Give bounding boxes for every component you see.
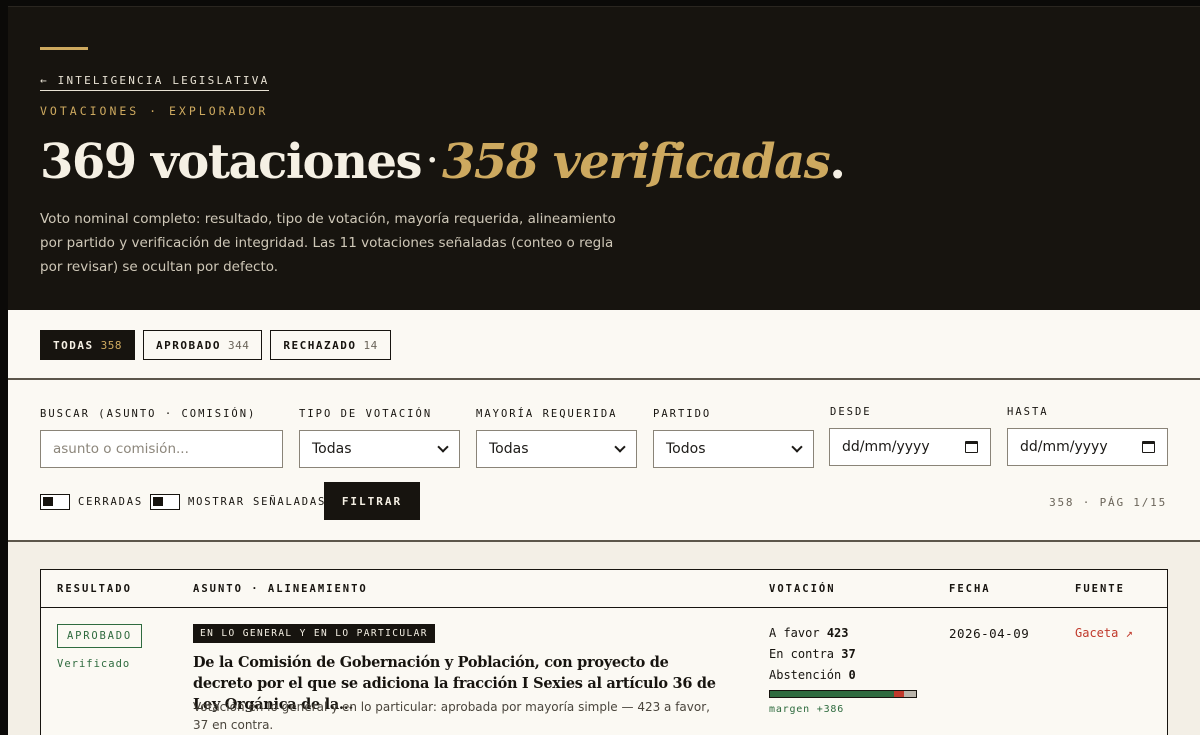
source-link[interactable]: Gaceta ↗	[1075, 626, 1133, 640]
pagination-info: 358 · PÁG 1/15	[1049, 496, 1167, 509]
from-date-label: DESDE	[830, 406, 872, 418]
title-count: 369 votaciones	[40, 134, 423, 190]
column-header-source: FUENTE	[1075, 583, 1125, 595]
toggle-knob	[43, 497, 53, 506]
result-tabs: TODAS 358 APROBADO 344 RECHAZADO 14	[40, 330, 391, 360]
party-select[interactable]: Todos	[653, 430, 814, 468]
contra-value: 37	[841, 647, 856, 661]
tab-label: APROBADO	[156, 338, 221, 352]
favor-count: A favor 423	[769, 626, 849, 640]
search-input[interactable]: asunto o comisión...	[40, 430, 283, 468]
tab-label: RECHAZADO	[283, 338, 357, 352]
abst-value: 0	[848, 668, 856, 682]
explorer-panel: TODAS 358 APROBADO 344 RECHAZADO 14 BUSCAR …	[8, 310, 1200, 735]
contra-label: En contra	[769, 647, 835, 661]
results-area: RESULTADO ASUNTO · ALINEAMIENTO VOTACIÓN…	[8, 542, 1200, 735]
tab-label: TODAS	[53, 338, 94, 352]
page-description: Voto nominal completo: resultado, tipo d…	[40, 211, 616, 275]
page-header: ← INTELIGENCIA LEGISLATIVA VOTACIONES · …	[8, 6, 1200, 310]
chevron-down-icon	[614, 441, 626, 453]
to-date-label: HASTA	[1007, 406, 1049, 418]
toggle-knob	[153, 497, 163, 506]
vote-date: 2026-04-09	[949, 626, 1030, 641]
search-placeholder: asunto o comisión...	[53, 441, 189, 457]
abst-label: Abstención	[769, 668, 842, 682]
tab-count: 344	[227, 338, 250, 352]
vote-type-select[interactable]: Todas	[299, 430, 460, 468]
result-badge: APROBADO	[57, 624, 142, 648]
vote-type-value: Todas	[312, 441, 352, 457]
flagged-toggle-row: MOSTRAR SEÑALADAS	[150, 494, 326, 510]
chevron-down-icon	[791, 441, 803, 453]
party-value: Todos	[666, 441, 706, 457]
column-header-date: FECHA	[949, 583, 991, 595]
title-period: .	[829, 134, 846, 190]
favor-label: A favor	[769, 626, 820, 640]
page-title: 369 votaciones · 358 verificadas.	[40, 131, 846, 192]
majority-label: MAYORÍA REQUERIDA	[476, 408, 618, 420]
vote-bar	[769, 690, 917, 698]
closed-toggle[interactable]	[40, 494, 70, 510]
title-verified: 358 verificadas	[441, 134, 831, 190]
calendar-icon[interactable]	[1142, 441, 1155, 453]
vote-type-badge: EN LO GENERAL Y EN LO PARTICULAR	[193, 624, 435, 643]
vote-type-label: TIPO DE VOTACIÓN	[299, 408, 433, 420]
title-separator: ·	[427, 143, 437, 178]
tab-todas[interactable]: TODAS 358	[40, 330, 135, 360]
from-date-input[interactable]: dd/mm/yyyy	[829, 428, 991, 466]
abstention-count: Abstención 0	[769, 668, 856, 682]
flagged-toggle-label: MOSTRAR SEÑALADAS	[188, 496, 327, 508]
back-link[interactable]: ← INTELIGENCIA LEGISLATIVA	[40, 74, 270, 91]
page-kicker: VOTACIONES · EXPLORADOR	[40, 104, 269, 118]
flagged-toggle[interactable]	[150, 494, 180, 510]
vote-summary: Votación en lo general y en lo particula…	[193, 700, 710, 732]
accent-bar	[40, 47, 88, 50]
column-header-subject: ASUNTO · ALINEAMIENTO	[193, 583, 368, 595]
column-header-vote: VOTACIÓN	[769, 583, 836, 595]
tab-aprobado[interactable]: APROBADO 344	[143, 330, 263, 360]
majority-select[interactable]: Todas	[476, 430, 637, 468]
to-date-value: dd/mm/yyyy	[1020, 439, 1108, 455]
tab-rechazado[interactable]: RECHAZADO 14	[270, 330, 391, 360]
from-date-value: dd/mm/yyyy	[842, 439, 930, 455]
closed-toggle-label: CERRADAS	[78, 496, 143, 508]
divider	[8, 378, 1200, 380]
tab-count: 358	[100, 338, 122, 352]
vote-margin: margen +386	[769, 704, 845, 715]
table-header: RESULTADO ASUNTO · ALINEAMIENTO VOTACIÓN…	[41, 570, 1167, 608]
votes-table: RESULTADO ASUNTO · ALINEAMIENTO VOTACIÓN…	[40, 569, 1168, 735]
search-label: BUSCAR (ASUNTO · COMISIÓN)	[40, 408, 257, 420]
tab-count: 14	[363, 338, 378, 352]
app-frame: ← INTELIGENCIA LEGISLATIVA VOTACIONES · …	[8, 6, 1200, 735]
favor-value: 423	[826, 626, 849, 640]
contra-count: En contra 37	[769, 647, 856, 661]
majority-value: Todas	[489, 441, 529, 457]
column-header-result: RESULTADO	[57, 583, 132, 595]
party-label: PARTIDO	[653, 408, 712, 420]
vote-bar-contra	[893, 691, 905, 697]
chevron-down-icon	[437, 441, 449, 453]
table-row[interactable]: APROBADO Verificado EN LO GENERAL Y EN L…	[41, 608, 1167, 735]
to-date-input[interactable]: dd/mm/yyyy	[1007, 428, 1168, 466]
verified-status: Verificado	[57, 658, 131, 670]
calendar-icon[interactable]	[965, 441, 978, 453]
filter-button[interactable]: FILTRAR	[324, 482, 420, 520]
closed-toggle-row: CERRADAS	[40, 494, 143, 510]
vote-bar-favor	[770, 691, 894, 697]
